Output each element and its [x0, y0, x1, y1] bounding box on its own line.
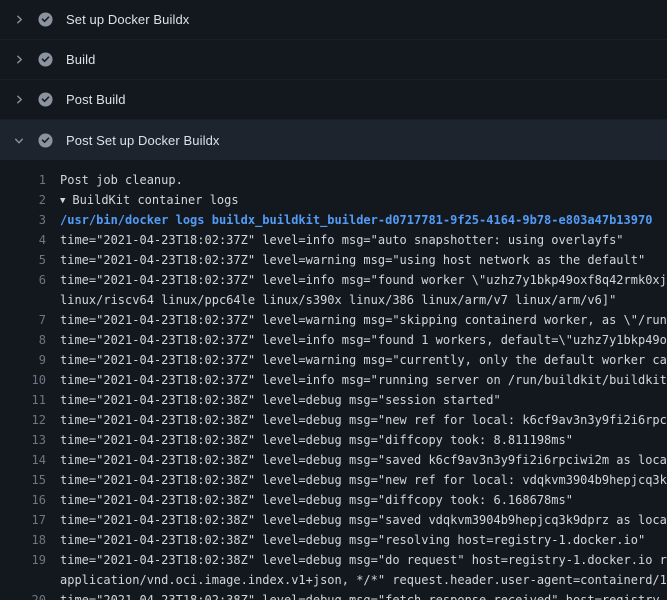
- line-number[interactable]: 11: [0, 390, 46, 410]
- log-line: 4 time="2021-04-23T18:02:37Z" level=info …: [0, 230, 667, 250]
- line-number-empty: [0, 570, 46, 590]
- line-number[interactable]: 13: [0, 430, 46, 450]
- log-command-text: /usr/bin/docker logs buildx_buildkit_bui…: [60, 210, 667, 230]
- log-line-continuation: linux/riscv64 linux/ppc64le linux/s390x …: [0, 290, 667, 310]
- step-title: Post Set up Docker Buildx: [66, 133, 220, 148]
- step-title: Build: [66, 52, 95, 67]
- log-text: time="2021-04-23T18:02:38Z" level=debug …: [60, 510, 667, 530]
- log-line: 16 time="2021-04-23T18:02:38Z" level=debu…: [0, 490, 667, 510]
- log-text: time="2021-04-23T18:02:38Z" level=debug …: [60, 410, 667, 430]
- chevron-down-icon: [14, 134, 25, 146]
- step-header[interactable]: Post Set up Docker Buildx: [0, 120, 667, 160]
- log-line: 17 time="2021-04-23T18:02:38Z" level=debu…: [0, 510, 667, 530]
- line-number[interactable]: 19: [0, 550, 46, 570]
- line-number[interactable]: 20: [0, 590, 46, 600]
- chevron-right-icon: [13, 54, 25, 65]
- line-number-empty: [0, 290, 46, 310]
- check-circle-icon: [38, 133, 53, 148]
- log-line: 10 time="2021-04-23T18:02:37Z" level=info…: [0, 370, 667, 390]
- chevron-right-icon: [13, 14, 25, 25]
- log-text: time="2021-04-23T18:02:38Z" level=debug …: [60, 390, 667, 410]
- line-number[interactable]: 16: [0, 490, 46, 510]
- log-line: 19 time="2021-04-23T18:02:38Z" level=debu…: [0, 550, 667, 570]
- log-line: 18 time="2021-04-23T18:02:38Z" level=debu…: [0, 530, 667, 550]
- chevron-right-icon: [13, 94, 25, 105]
- log-text: application/vnd.oci.image.index.v1+json,…: [60, 570, 667, 590]
- line-number[interactable]: 5: [0, 250, 46, 270]
- line-number[interactable]: 1: [0, 170, 46, 190]
- log-line: 12 time="2021-04-23T18:02:38Z" level=debu…: [0, 410, 667, 430]
- check-circle-icon: [38, 52, 53, 67]
- log-line-continuation: application/vnd.oci.image.index.v1+json,…: [0, 570, 667, 590]
- line-number[interactable]: 7: [0, 310, 46, 330]
- log-text: time="2021-04-23T18:02:37Z" level=warnin…: [60, 350, 667, 370]
- log-line: 7 time="2021-04-23T18:02:37Z" level=warni…: [0, 310, 667, 330]
- log-line: 2 ▼ BuildKit container logs: [0, 190, 667, 210]
- log-group-toggle[interactable]: ▼ BuildKit container logs: [60, 190, 667, 210]
- log-line: 1 Post job cleanup.: [0, 170, 667, 190]
- group-title: BuildKit container logs: [72, 193, 238, 207]
- line-number[interactable]: 18: [0, 530, 46, 550]
- log-text: time="2021-04-23T18:02:38Z" level=debug …: [60, 450, 667, 470]
- steps-list: Set up Docker Buildx Build Post Build Post …: [0, 0, 667, 160]
- log-line: 3/usr/bin/docker logs buildx_buildkit_bu…: [0, 210, 667, 230]
- step-header[interactable]: Set up Docker Buildx: [0, 0, 667, 40]
- step-header[interactable]: Post Build: [0, 80, 667, 120]
- check-circle-icon: [38, 12, 53, 27]
- log-line: 11 time="2021-04-23T18:02:38Z" level=debu…: [0, 390, 667, 410]
- log-line: 14 time="2021-04-23T18:02:38Z" level=debu…: [0, 450, 667, 470]
- log-text: time="2021-04-23T18:02:38Z" level=debug …: [60, 590, 667, 600]
- log-text: time="2021-04-23T18:02:37Z" level=warnin…: [60, 310, 667, 330]
- log-text: Post job cleanup.: [60, 170, 667, 190]
- check-circle-icon: [38, 92, 53, 107]
- log-text: linux/riscv64 linux/ppc64le linux/s390x …: [60, 290, 667, 310]
- step-title: Set up Docker Buildx: [66, 12, 189, 27]
- log-text: time="2021-04-23T18:02:37Z" level=info m…: [60, 330, 667, 350]
- log-text: time="2021-04-23T18:02:38Z" level=debug …: [60, 550, 667, 570]
- step-title: Post Build: [66, 92, 126, 107]
- line-number[interactable]: 17: [0, 510, 46, 530]
- line-number[interactable]: 8: [0, 330, 46, 350]
- line-number[interactable]: 12: [0, 410, 46, 430]
- log-line: 20 time="2021-04-23T18:02:38Z" level=debu…: [0, 590, 667, 600]
- log-text: time="2021-04-23T18:02:37Z" level=info m…: [60, 230, 667, 250]
- log-text: time="2021-04-23T18:02:38Z" level=debug …: [60, 530, 667, 550]
- line-number[interactable]: 10: [0, 370, 46, 390]
- line-number[interactable]: 2: [0, 190, 46, 210]
- log-text: time="2021-04-23T18:02:37Z" level=info m…: [60, 370, 667, 390]
- step-header[interactable]: Build: [0, 40, 667, 80]
- line-number[interactable]: 9: [0, 350, 46, 370]
- log-line: 9 time="2021-04-23T18:02:37Z" level=warni…: [0, 350, 667, 370]
- log-lines: 1 Post job cleanup. 2 ▼ BuildKit container l…: [0, 170, 667, 600]
- log-text: time="2021-04-23T18:02:37Z" level=info m…: [60, 270, 667, 290]
- line-number[interactable]: 6: [0, 270, 46, 290]
- log-panel: 1 Post job cleanup. 2 ▼ BuildKit container l…: [0, 160, 667, 600]
- log-text: time="2021-04-23T18:02:38Z" level=debug …: [60, 430, 667, 450]
- log-line: 13 time="2021-04-23T18:02:38Z" level=debu…: [0, 430, 667, 450]
- log-line: 6 time="2021-04-23T18:02:37Z" level=info …: [0, 270, 667, 290]
- triangle-down-icon: ▼: [60, 191, 65, 210]
- log-line: 8 time="2021-04-23T18:02:37Z" level=info …: [0, 330, 667, 350]
- log-line: 15 time="2021-04-23T18:02:38Z" level=debu…: [0, 470, 667, 490]
- line-number[interactable]: 3: [0, 210, 46, 230]
- line-number[interactable]: 14: [0, 450, 46, 470]
- line-number[interactable]: 4: [0, 230, 46, 250]
- log-text: time="2021-04-23T18:02:37Z" level=warnin…: [60, 250, 667, 270]
- line-number[interactable]: 15: [0, 470, 46, 490]
- log-text: time="2021-04-23T18:02:38Z" level=debug …: [60, 490, 667, 510]
- log-text: time="2021-04-23T18:02:38Z" level=debug …: [60, 470, 667, 490]
- log-line: 5 time="2021-04-23T18:02:37Z" level=warni…: [0, 250, 667, 270]
